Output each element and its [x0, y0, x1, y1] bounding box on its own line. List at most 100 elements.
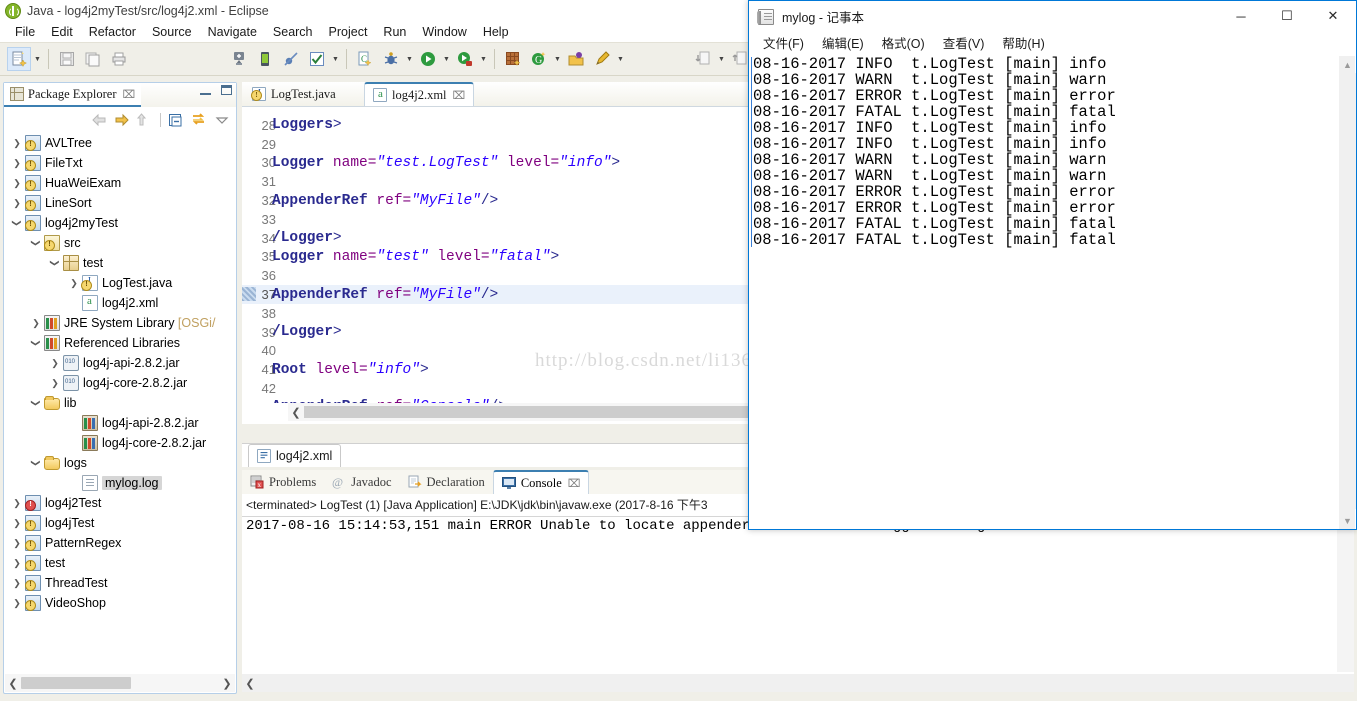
print-button[interactable] [107, 47, 131, 71]
skip-all-breakpoints-button[interactable] [279, 47, 303, 71]
save-all-button[interactable] [81, 47, 105, 71]
menu-edit[interactable]: Edit [43, 22, 81, 43]
tab-console[interactable]: Console ⌧ [492, 470, 590, 494]
tree-item-log4j2test[interactable]: ❯ log4j2Test [5, 493, 235, 513]
chevron-down-icon[interactable]: ❯ [26, 235, 46, 251]
tab-problems[interactable]: x Problems [242, 470, 324, 494]
chevron-right-icon[interactable]: ❯ [47, 373, 63, 393]
chevron-right-icon[interactable]: ❯ [9, 133, 25, 153]
previous-annotation-button[interactable] [691, 47, 715, 71]
tab-declaration[interactable]: Declaration [400, 470, 493, 494]
tree-item-test[interactable]: ❯ test [5, 553, 235, 573]
menu-project[interactable]: Project [321, 22, 376, 43]
notepad-menu-help[interactable]: 帮助(H) [993, 32, 1053, 56]
tree-item-filetxt[interactable]: ❯ FileTxt [5, 153, 235, 173]
tree-item-log4j-core-2-8-2-jar[interactable]: ❯ log4j-core-2.8.2.jar [5, 373, 235, 393]
tree-item-log4j-core-2-8-2-jar[interactable]: log4j-core-2.8.2.jar [5, 433, 235, 453]
maximize-view-icon[interactable] [221, 85, 232, 95]
menu-help[interactable]: Help [475, 22, 517, 43]
notepad-text-area[interactable]: 08-16-2017 INFO t.LogTest [main] info 08-… [750, 56, 1338, 512]
collapse-up-icon[interactable] [137, 112, 153, 128]
debug-button[interactable] [379, 47, 403, 71]
tree-item-referenced-libraries[interactable]: ❯ Referenced Libraries [5, 333, 235, 353]
menu-window[interactable]: Window [414, 22, 474, 43]
new-wizard-button[interactable] [7, 47, 31, 71]
console-output[interactable]: 2017-08-16 15:14:53,151 main ERROR Unabl… [242, 516, 1354, 672]
new-wizard-dropdown[interactable]: ▼ [32, 47, 43, 71]
chevron-right-icon[interactable]: ❯ [9, 533, 25, 553]
scroll-thumb[interactable] [1339, 73, 1356, 509]
build-button[interactable] [305, 47, 329, 71]
tab-javadoc[interactable]: @ Javadoc [324, 470, 399, 494]
tree-item-log4j-api-2-8-2-jar[interactable]: ❯ log4j-api-2.8.2.jar [5, 353, 235, 373]
tree-item-log4jtest[interactable]: ❯ log4jTest [5, 513, 235, 533]
run-dropdown[interactable]: ▼ [441, 47, 452, 71]
scroll-left-icon[interactable]: ❮ [242, 677, 258, 690]
close-button[interactable]: ✕ [1310, 1, 1356, 31]
tree-item-logtest-java[interactable]: ❯ LogTest.java [5, 273, 235, 293]
chevron-right-icon[interactable]: ❯ [9, 573, 25, 593]
menu-file[interactable]: File [7, 22, 43, 43]
scroll-left-icon[interactable]: ❮ [5, 677, 21, 690]
collapse-all-icon[interactable] [168, 112, 184, 128]
tree-item-avltree[interactable]: ❯ AVLTree [5, 133, 235, 153]
external-tools-dropdown[interactable]: ▼ [478, 47, 489, 71]
android-avd-manager-button[interactable] [253, 47, 277, 71]
tree-item-mylog-log[interactable]: mylog.log [5, 473, 235, 493]
chevron-right-icon[interactable]: ❯ [47, 353, 63, 373]
notepad-menu-view[interactable]: 查看(V) [934, 32, 994, 56]
chevron-right-icon[interactable]: ❯ [9, 513, 25, 533]
save-button[interactable] [55, 47, 79, 71]
scroll-thumb[interactable] [21, 677, 131, 689]
tree-item-lib[interactable]: ❯ lib [5, 393, 235, 413]
chevron-right-icon[interactable]: ❯ [9, 173, 25, 193]
tree-item-logs[interactable]: ❯ logs [5, 453, 235, 473]
scroll-up-icon[interactable]: ▲ [1339, 56, 1356, 73]
back-arrow-icon[interactable] [91, 112, 107, 128]
new-annotation-dropdown[interactable]: ▼ [552, 47, 563, 71]
search-button[interactable] [590, 47, 614, 71]
new-package-button[interactable] [501, 47, 525, 71]
tree-item-log4j2mytest[interactable]: ❯ log4j2myTest [5, 213, 235, 233]
view-menu-icon[interactable] [214, 112, 230, 128]
close-icon[interactable]: ⌧ [568, 477, 581, 490]
chevron-right-icon[interactable]: ❯ [66, 273, 82, 293]
tree-item-videoshop[interactable]: ❯ VideoShop [5, 593, 235, 613]
maximize-button[interactable]: ☐ [1264, 1, 1310, 31]
chevron-down-icon[interactable]: ❯ [45, 255, 65, 271]
tree-item-log4j-api-2-8-2-jar[interactable]: log4j-api-2.8.2.jar [5, 413, 235, 433]
menu-source[interactable]: Source [144, 22, 200, 43]
tree-item-patternregex[interactable]: ❯ PatternRegex [5, 533, 235, 553]
build-dropdown[interactable]: ▼ [330, 47, 341, 71]
tree-item-log4j2-xml[interactable]: log4j2.xml [5, 293, 235, 313]
scroll-track[interactable] [21, 674, 219, 692]
debug-dropdown[interactable]: ▼ [404, 47, 415, 71]
close-icon[interactable]: ⌧ [453, 89, 466, 102]
tree-item-linesort[interactable]: ❯ LineSort [5, 193, 235, 213]
minimize-button[interactable]: ─ [1218, 1, 1264, 31]
tab-log4j2-xml[interactable]: log4j2.xml ⌧ [364, 82, 475, 106]
chevron-down-icon[interactable]: ❯ [7, 215, 27, 231]
close-icon[interactable]: ⌧ [123, 88, 136, 101]
chevron-right-icon[interactable]: ❯ [9, 553, 25, 573]
tree-item-threadtest[interactable]: ❯ ThreadTest [5, 573, 235, 593]
open-resource-button[interactable] [564, 47, 588, 71]
android-sdk-manager-button[interactable] [227, 47, 251, 71]
menu-navigate[interactable]: Navigate [200, 22, 265, 43]
menu-search[interactable]: Search [265, 22, 321, 43]
chevron-down-icon[interactable]: ❯ [26, 455, 46, 471]
notepad-vscrollbar[interactable]: ▲ ▼ [1338, 56, 1356, 529]
minimize-view-icon[interactable] [200, 93, 211, 95]
chevron-down-icon[interactable]: ❯ [26, 335, 46, 351]
new-java-class-button[interactable]: C [353, 47, 377, 71]
console-vscrollbar[interactable]: ▲ [1337, 516, 1354, 672]
menu-refactor[interactable]: Refactor [81, 22, 144, 43]
project-tree[interactable]: ❯ AVLTree ❯ FileTxt ❯ HuaWeiExam ❯ LineSort ❯ log… [5, 133, 235, 657]
chevron-right-icon[interactable]: ❯ [9, 153, 25, 173]
previous-annotation-dropdown[interactable]: ▼ [716, 47, 727, 71]
tree-item-jre-system-library[interactable]: ❯ JRE System Library [OSGi/ [5, 313, 235, 333]
search-dropdown[interactable]: ▼ [615, 47, 626, 71]
run-external-tools-button[interactable] [453, 47, 477, 71]
package-explorer-hscrollbar[interactable]: ❮ ❯ [5, 674, 235, 692]
tree-item-src[interactable]: ❯ src [5, 233, 235, 253]
